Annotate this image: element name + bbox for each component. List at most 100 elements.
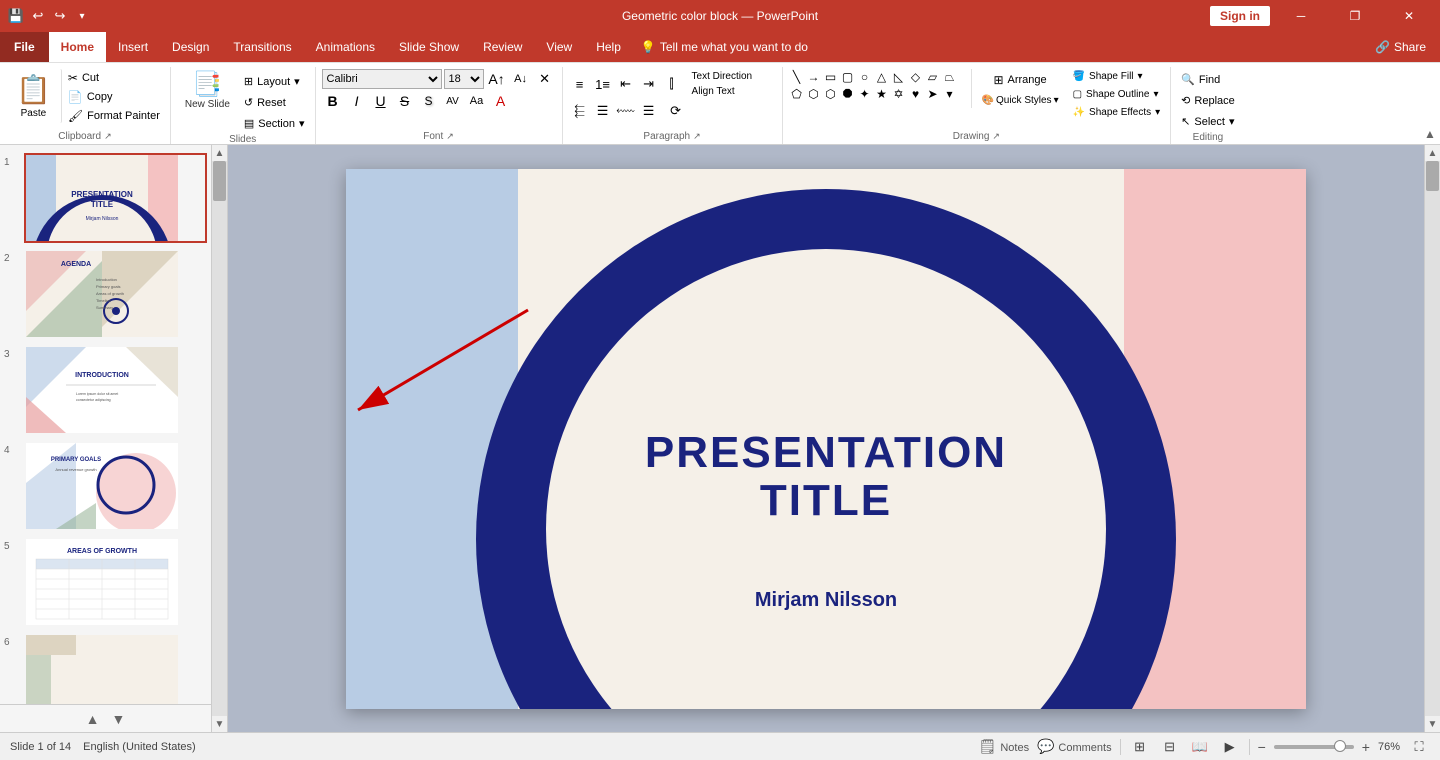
font-name-select[interactable]: Calibri (322, 69, 442, 89)
comments-button[interactable]: 💬 Comments (1037, 738, 1112, 755)
slide-scroll-up[interactable]: ▲ (80, 711, 106, 727)
main-scroll-up[interactable]: ▲ (1425, 145, 1440, 161)
close-button[interactable]: ✕ (1386, 0, 1432, 32)
slide-thumbnail[interactable]: INTRODUCTION Lorem ipsum dolor sit amet … (24, 345, 207, 435)
clear-format-button[interactable]: ✕ (534, 69, 556, 89)
paste-button[interactable]: 📋 Paste (6, 69, 62, 123)
numbering-button[interactable]: 1≡ (592, 74, 614, 94)
restore-button[interactable]: ❐ (1332, 0, 1378, 32)
shape-parallelogram[interactable]: ▱ (925, 69, 941, 85)
zoom-decrease[interactable]: − (1258, 739, 1266, 755)
zoom-slider[interactable] (1274, 745, 1354, 749)
tab-design[interactable]: Design (160, 32, 221, 62)
align-right-button[interactable]: ⬳ (615, 101, 637, 121)
slide-sorter-button[interactable]: ⊟ (1159, 736, 1181, 758)
shape-heptagon[interactable]: ⬡ (823, 86, 839, 102)
font-grow-button[interactable]: A↑ (486, 69, 508, 89)
save-icon[interactable]: 💾 (8, 8, 24, 24)
tab-help[interactable]: Help (584, 32, 633, 62)
slide-thumbnail[interactable]: PRESENTATION TITLE Mirjam Nilsson (24, 153, 207, 243)
cut-button[interactable]: ✂ Cut (64, 69, 164, 87)
ribbon-collapse-button[interactable]: ▲ (1420, 63, 1440, 145)
minimize-button[interactable]: ─ (1278, 0, 1324, 32)
shape-star6[interactable]: ✡ (891, 86, 907, 102)
align-left-button[interactable]: ⬱ (569, 101, 591, 121)
tab-transitions[interactable]: Transitions (221, 32, 303, 62)
underline-button[interactable]: U (370, 91, 392, 111)
slide-thumbnail[interactable]: AREAS OF GROWTH (24, 537, 207, 627)
arrange-button[interactable]: ⊞ Arrange (978, 69, 1063, 91)
replace-button[interactable]: ⟲ Replace (1177, 92, 1239, 109)
slide-canvas[interactable]: PRESENTATION TITLE Mirjam Nilsson (346, 169, 1306, 709)
list-item[interactable]: 2 AGENDA Introduction (4, 249, 207, 339)
section-button[interactable]: ▤ Section ▾ (240, 115, 309, 132)
notes-button[interactable]: 🗒 Notes (979, 738, 1029, 755)
increase-indent-button[interactable]: ⇥ (638, 74, 660, 94)
shape-more[interactable]: ▾ (942, 86, 958, 102)
shape-arrow-right[interactable]: ➤ (925, 86, 941, 102)
shape-pentagon[interactable]: ⬠ (789, 86, 805, 102)
slide-thumbnail[interactable]: PRIMARY GOALS Annual revenue growth (24, 441, 207, 531)
list-item[interactable]: 5 AREAS OF GROWTH (4, 537, 207, 627)
clipboard-expand-icon[interactable]: ↗ (104, 131, 112, 142)
drawing-expand-icon[interactable]: ↗ (992, 131, 1000, 142)
italic-button[interactable]: I (346, 91, 368, 111)
quick-styles-button[interactable]: 🎨 Quick Styles ▾ (978, 93, 1063, 108)
shape-trapezoid[interactable]: ⏢ (942, 69, 958, 85)
zoom-level[interactable]: 76% (1378, 741, 1400, 753)
list-item[interactable]: 6 (4, 633, 207, 704)
layout-button[interactable]: ⊞ Layout ▾ (240, 73, 309, 90)
fit-slide-button[interactable]: ⛶ (1408, 736, 1430, 758)
slide-scroll-down[interactable]: ▼ (106, 711, 132, 727)
paragraph-expand-icon[interactable]: ↗ (693, 131, 701, 142)
format-painter-button[interactable]: 🖌 Format Painter (64, 107, 164, 125)
shape-triangle[interactable]: △ (874, 69, 890, 85)
scroll-down-btn[interactable]: ▼ (212, 716, 227, 732)
tab-file[interactable]: File (0, 32, 49, 62)
shape-star5[interactable]: ★ (874, 86, 890, 102)
justify-button[interactable]: ☰ (638, 101, 660, 121)
scroll-thumb[interactable] (213, 161, 226, 201)
convert-smartart-button[interactable]: ⟳ (665, 101, 687, 121)
redo-icon[interactable]: ↪ (52, 8, 68, 24)
shape-diamond[interactable]: ◇ (908, 69, 924, 85)
columns-button[interactable]: ⫿ (661, 74, 683, 94)
shape-star4[interactable]: ✦ (857, 86, 873, 102)
char-spacing-button[interactable]: AV (442, 91, 464, 111)
shape-round-rect[interactable]: ▢ (840, 69, 856, 85)
scroll-up-btn[interactable]: ▲ (212, 145, 227, 161)
align-text-button[interactable]: Align Text (688, 84, 757, 99)
decrease-indent-button[interactable]: ⇤ (615, 74, 637, 94)
font-expand-icon[interactable]: ↗ (446, 131, 454, 142)
zoom-increase[interactable]: + (1362, 739, 1370, 755)
normal-view-button[interactable]: ⊞ (1129, 736, 1151, 758)
tab-review[interactable]: Review (471, 32, 534, 62)
shape-right-triangle[interactable]: ◺ (891, 69, 907, 85)
slide-subtitle[interactable]: Mirjam Nilsson (755, 589, 897, 612)
tell-me-input[interactable]: 💡 Tell me what you want to do (641, 32, 808, 62)
list-item[interactable]: 3 INTRODUCTION Lorem ipsum dolor sit ame… (4, 345, 207, 435)
main-scroll-down[interactable]: ▼ (1425, 716, 1440, 732)
shape-octagon[interactable]: ⯃ (840, 86, 856, 102)
reading-view-button[interactable]: 📖 (1189, 736, 1211, 758)
shape-rect[interactable]: ▭ (823, 69, 839, 85)
shadow-button[interactable]: S (418, 91, 440, 111)
shape-heart[interactable]: ♥ (908, 86, 924, 102)
slideshow-button[interactable]: ▶ (1219, 736, 1241, 758)
tab-insert[interactable]: Insert (106, 32, 160, 62)
copy-button[interactable]: 📄 Copy (64, 88, 164, 106)
reset-button[interactable]: ↺ Reset (240, 94, 309, 111)
font-size-select[interactable]: 18 (444, 69, 484, 89)
font-shrink-button[interactable]: A↓ (510, 69, 532, 89)
main-scroll-thumb[interactable] (1426, 161, 1439, 191)
find-button[interactable]: 🔍 Find (1177, 71, 1239, 88)
slide-thumbnail[interactable] (24, 633, 207, 704)
change-case-button[interactable]: Aa (466, 91, 488, 111)
text-direction-button[interactable]: Text Direction (688, 69, 757, 84)
tab-slideshow[interactable]: Slide Show (387, 32, 471, 62)
undo-icon[interactable]: ↩ (30, 8, 46, 24)
shape-fill-button[interactable]: 🪣 Shape Fill ▾ (1069, 69, 1165, 84)
shape-line[interactable]: ╲ (789, 69, 805, 85)
slide-title[interactable]: PRESENTATION TITLE (645, 429, 1007, 526)
list-item[interactable]: 1 PRESENTATION TITLE Mirjam Nilsson (4, 153, 207, 243)
